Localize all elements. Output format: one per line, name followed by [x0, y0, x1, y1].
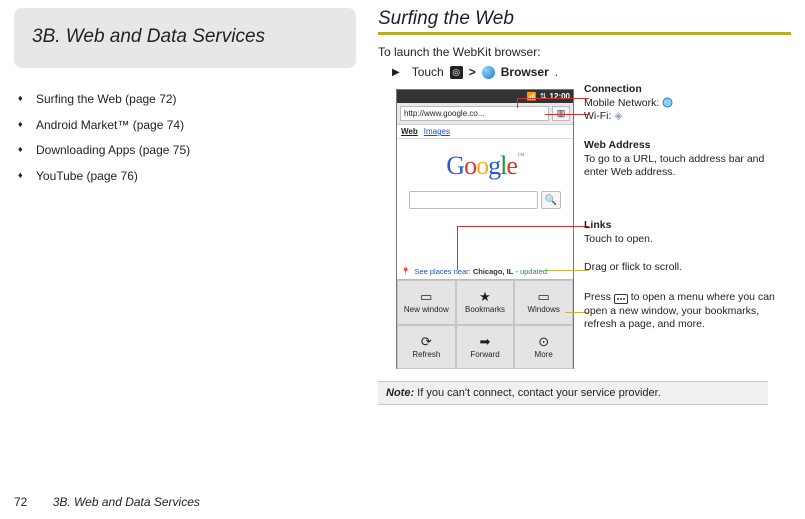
menu-label: New window — [404, 305, 449, 314]
toc-item[interactable]: Downloading Apps (page 75) — [36, 143, 356, 159]
toc-item[interactable]: Android Market™ (page 74) — [36, 118, 356, 134]
title-rule — [378, 32, 791, 35]
menu-windows[interactable]: ▭ Windows — [514, 280, 573, 325]
toc-item[interactable]: Surfing the Web (page 72) — [36, 92, 356, 108]
menu-label: Windows — [527, 305, 559, 314]
places-sep: - — [515, 267, 518, 276]
step-arrow-icon: ▶ — [392, 67, 400, 78]
anno-webaddr-body: To go to a URL, touch address bar and en… — [584, 153, 791, 180]
toc-item[interactable]: YouTube (page 76) — [36, 169, 356, 185]
anno-menu-body-1: Press — [584, 291, 614, 303]
intro-text: To launch the WebKit browser: — [378, 45, 791, 59]
section-tab: 3B. Web and Data Services — [14, 8, 356, 68]
phone-screenshot: 📶 ⇅ 12:00 http://www.google.co... ▥ Web … — [396, 89, 574, 369]
app-launcher-icon: ◎ — [450, 66, 463, 79]
step-gt: > — [469, 65, 476, 79]
callout-line — [517, 98, 589, 99]
toc-list: Surfing the Web (page 72) Android Market… — [14, 92, 356, 184]
menu-more[interactable]: ⊙ More — [514, 325, 573, 370]
note-label: Note: — [386, 387, 414, 399]
signal-icon: 📶 — [527, 93, 537, 101]
menu-refresh[interactable]: ⟳ Refresh — [397, 325, 456, 370]
search-button[interactable]: 🔍 — [541, 191, 561, 209]
pin-icon: 📍 — [401, 267, 410, 276]
menu-bookmarks[interactable]: ★ Bookmarks — [456, 280, 515, 325]
annotations: Connection Mobile Network: Wi-Fi: ◈ Web … — [584, 89, 791, 369]
star-icon: ★ — [479, 290, 491, 303]
anno-mobile-label: Mobile Network: — [584, 97, 659, 109]
menu-new-window[interactable]: ▭ New window — [397, 280, 456, 325]
page-footer: 72 3B. Web and Data Services — [14, 495, 200, 509]
anno-webaddr-title: Web Address — [584, 139, 791, 153]
note-box: Note: If you can't connect, contact your… — [378, 381, 768, 405]
menu-label: Bookmarks — [465, 305, 505, 314]
wifi-icon: ◈ — [614, 110, 622, 122]
callout-line — [517, 98, 518, 108]
tab-web[interactable]: Web — [401, 127, 418, 136]
statusbar: 📶 ⇅ 12:00 — [397, 90, 573, 103]
windows-icon: ▭ — [538, 290, 550, 303]
step-dot: . — [555, 65, 558, 79]
section-tab-title: 3B. Web and Data Services — [32, 26, 342, 48]
browser-icon — [482, 66, 495, 79]
menu-label: Refresh — [412, 350, 440, 359]
search-input[interactable] — [409, 191, 538, 209]
url-field[interactable]: http://www.google.co... — [400, 106, 549, 121]
anno-connection-title: Connection — [584, 83, 791, 97]
menu-label: Forward — [470, 350, 499, 359]
tab-images[interactable]: Images — [424, 127, 450, 136]
anno-links-body: Touch to open. — [584, 233, 791, 247]
anno-drag: Drag or flick to scroll. — [584, 261, 791, 275]
footer-crumb: 3B. Web and Data Services — [53, 495, 200, 509]
refresh-icon: ⟳ — [421, 335, 432, 348]
status-time: 12:00 — [550, 93, 570, 101]
mobile-network-icon — [662, 97, 673, 108]
places-updated: updated — [520, 267, 547, 276]
search-tabs: Web Images — [397, 125, 573, 139]
browser-content[interactable]: Google™ 🔍 📍 See places near: Chicago, IL… — [397, 139, 573, 279]
new-window-icon: ▭ — [420, 290, 432, 303]
places-prefix: See places near: — [414, 267, 470, 276]
menu-forward[interactable]: ➡ Forward — [456, 325, 515, 370]
options-menu: ▭ New window ★ Bookmarks ▭ Windows ⟳ Refresh… — [397, 279, 573, 369]
menu-label: More — [535, 350, 553, 359]
section-title: Surfing the Web — [378, 8, 791, 30]
callout-line — [545, 114, 589, 115]
google-logo: Google™ — [403, 151, 567, 181]
step-line: ▶ Touch ◎ > Browser. — [392, 65, 791, 79]
places-city: Chicago, IL — [473, 267, 513, 276]
browser-label: Browser — [501, 65, 549, 79]
data-icon: ⇅ — [540, 93, 547, 101]
more-icon: ⊙ — [538, 335, 549, 348]
places-line[interactable]: 📍 See places near: Chicago, IL - updated — [401, 267, 569, 276]
menu-key-icon — [614, 294, 628, 304]
step-touch-label: Touch — [412, 65, 444, 79]
page-number: 72 — [14, 495, 27, 509]
anno-links-title: Links — [584, 219, 791, 233]
forward-icon: ➡ — [480, 335, 491, 348]
note-body: If you can't connect, contact your servi… — [414, 387, 661, 399]
anno-wifi-label: Wi-Fi: — [584, 110, 611, 122]
